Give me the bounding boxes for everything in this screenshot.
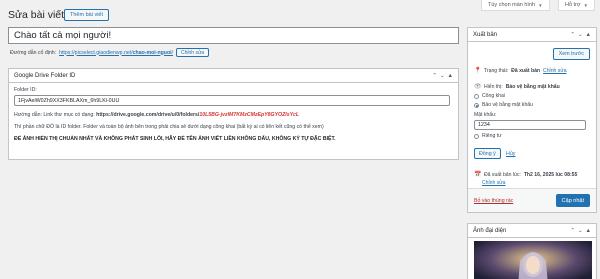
gdrive-warning: ĐỂ ẢNH HIỂN THỊ CHUẨN NHẤT VÀ KHÔNG PHÁT… [14, 136, 336, 142]
edit-permalink-button[interactable]: Chỉnh sửa [176, 48, 210, 57]
edit-date-row: Chỉnh sửa [482, 180, 506, 186]
visibility-row: 👁 Hiển thị: Bảo vệ bằng mật khẩu [474, 83, 560, 91]
gdrive-help-text: Hướng dẫn: Link thư mục có dạng: https:/… [14, 112, 300, 118]
pin-icon: 📍 [474, 68, 482, 74]
toggle-panel-icon[interactable]: ▲ [586, 32, 591, 38]
screen-options-label: Tùy chọn màn hình [488, 2, 536, 8]
edit-date-link[interactable]: Chỉnh sửa [482, 180, 506, 186]
permalink-link[interactable]: https://picselect.giaodienwp.net/chao-mo… [59, 50, 173, 56]
publish-box-title: Xuất bản [473, 31, 498, 38]
status-row: 📍 Trạng thái: Đã xuất bản Chỉnh sửa [474, 67, 567, 75]
edit-status-link[interactable]: Chỉnh sửa [543, 68, 567, 74]
help-label: Hỗ trợ [565, 2, 581, 8]
featured-image-title: Ảnh đại diện [473, 227, 507, 234]
move-up-icon[interactable]: ⌃ [432, 73, 437, 79]
toggle-panel-icon[interactable]: ▲ [448, 73, 453, 79]
password-input[interactable]: 1234 [474, 120, 586, 130]
toggle-panel-icon[interactable]: ▲ [586, 228, 591, 234]
gdrive-folder-box: Google Drive Folder ID ⌃ ⌄ ▲ Folder ID: … [8, 68, 459, 160]
calendar-icon: 📅 [474, 172, 482, 178]
featured-image-picture [474, 241, 592, 279]
page-title: Sửa bài viết [8, 9, 65, 21]
radio-password[interactable] [474, 102, 479, 108]
move-up-icon[interactable]: ⌃ [570, 228, 575, 234]
published-date-row: 📅 Đã xuất bản lúc: Th2 16, 2025 lúc 08:5… [474, 171, 578, 179]
caret-down-icon: ▼ [538, 2, 543, 8]
permalink-label: Đường dẫn cố định: [10, 49, 57, 56]
featured-image-box: Ảnh đại diện ⌃ ⌄ ▲ [467, 223, 597, 279]
move-down-icon[interactable]: ⌄ [440, 73, 445, 79]
folder-id-input[interactable]: 1FjvAeiW0Zh9XX3FKBLAXm_6h9LKl-0UU [14, 95, 450, 106]
add-new-post-button[interactable]: Thêm bài viết [64, 9, 110, 21]
post-title-input[interactable]: Chào tất cả mọi người! [8, 27, 459, 44]
move-up-icon[interactable]: ⌃ [570, 32, 575, 38]
preview-button[interactable]: Xem trước [552, 48, 590, 60]
caret-down-icon: ▼ [583, 2, 588, 8]
gdrive-box-title: Google Drive Folder ID [14, 72, 76, 79]
move-down-icon[interactable]: ⌄ [578, 32, 583, 38]
screen-options-tab[interactable]: Tùy chọn màn hình ▼ [481, 0, 550, 11]
radio-private[interactable] [474, 133, 479, 139]
gdrive-note: Thì phần chữ ĐỎ là ID folder. Folder và … [14, 124, 324, 130]
featured-image-thumbnail[interactable] [474, 241, 592, 279]
help-tab[interactable]: Hỗ trợ ▼ [558, 0, 595, 11]
eye-icon: 👁 [474, 84, 482, 90]
permalink-row: Đường dẫn cố định: https://picselect.gia… [10, 48, 210, 57]
update-button[interactable]: Cập nhật [555, 194, 590, 207]
ok-button[interactable]: Đồng ý [474, 148, 501, 159]
visibility-password-option[interactable]: Bảo vệ bằng mật khẩu [474, 102, 533, 108]
password-label: Mật khẩu: [474, 112, 497, 118]
cancel-link[interactable]: Hủy [506, 151, 515, 157]
visibility-private-option[interactable]: Riêng tư [474, 133, 502, 139]
publish-actions: Bỏ vào thùng rác Cập nhật [468, 188, 596, 212]
publish-box: Xuất bản ⌃ ⌄ ▲ Xem trước 📍 Trạng thái: Đ… [467, 27, 597, 213]
radio-public[interactable] [474, 93, 479, 99]
visibility-public-option[interactable]: Công khai [474, 93, 505, 99]
move-to-trash-link[interactable]: Bỏ vào thùng rác [474, 198, 513, 204]
move-down-icon[interactable]: ⌄ [578, 228, 583, 234]
folder-id-label: Folder ID: [14, 87, 37, 93]
